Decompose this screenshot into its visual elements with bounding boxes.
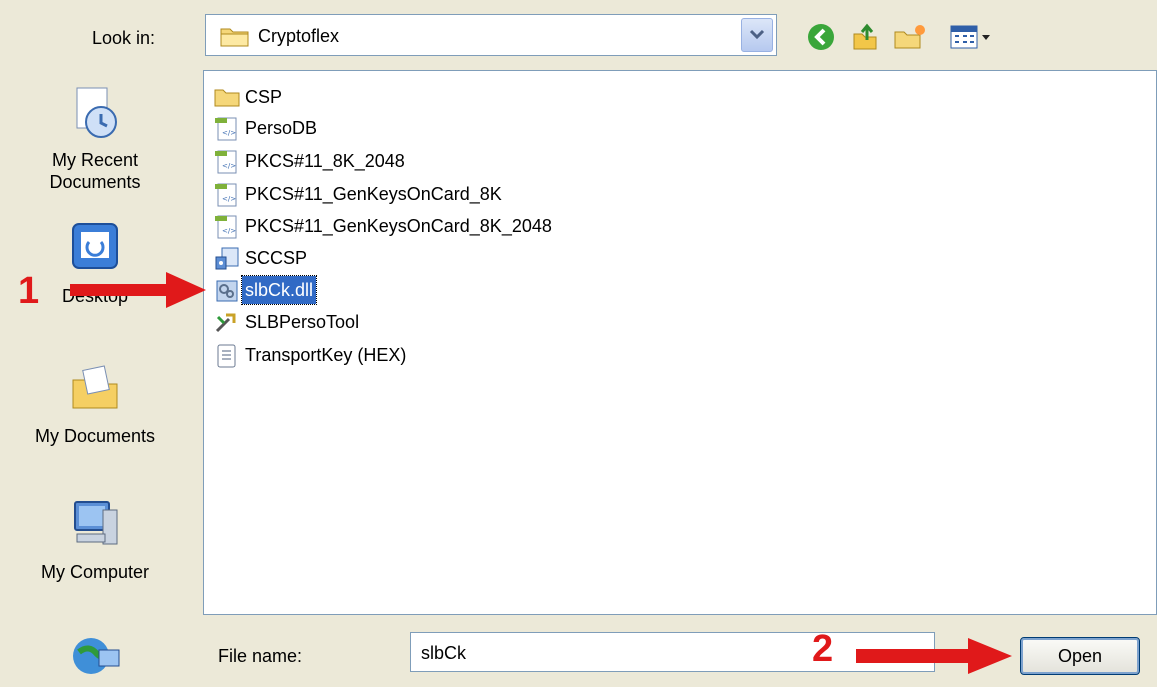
look-in-value: Cryptoflex <box>258 26 340 46</box>
file-name: SCCSP <box>245 248 308 268</box>
svg-text:</>: </> <box>222 162 236 170</box>
svg-text:</>: </> <box>222 129 236 137</box>
chevron-down-icon[interactable] <box>741 18 773 52</box>
network-places-icon <box>0 628 190 683</box>
place-my-network-places[interactable] <box>0 628 190 687</box>
file-name: TransportKey (HEX) <box>245 345 407 365</box>
tool-icon <box>214 311 240 343</box>
xml-file-icon: </> <box>214 183 240 215</box>
step-1-marker: 1 <box>18 270 40 312</box>
place-my-recent-documents[interactable]: My Recent Documents <box>0 84 190 193</box>
file-name: PKCS#11_GenKeysOnCard_8K_2048 <box>245 216 552 236</box>
recent-documents-icon <box>0 84 190 145</box>
file-name: PersoDB <box>245 118 318 138</box>
file-name-label: File name: <box>218 646 303 666</box>
xml-file-icon: </> <box>214 215 240 247</box>
place-label-line2: Documents <box>49 172 141 192</box>
place-my-computer[interactable]: My Computer <box>0 496 190 583</box>
look-in-label: Look in: <box>92 28 156 48</box>
file-name: SLBPersoTool <box>245 312 360 332</box>
open-button[interactable]: Open <box>1020 637 1140 675</box>
up-folder-icon[interactable] <box>850 22 880 52</box>
text-file-icon <box>214 344 240 376</box>
place-label: My Documents <box>34 426 156 446</box>
views-menu-icon[interactable] <box>948 22 998 52</box>
step-2-arrow-icon <box>856 638 1012 674</box>
look-in-combo[interactable]: Cryptoflex <box>205 14 777 56</box>
file-list[interactable]: CSP </> PersoDB </> PKCS#11_8K_2048 </> … <box>203 70 1157 615</box>
setup-icon <box>214 247 240 279</box>
my-computer-icon <box>0 496 190 557</box>
file-name: PKCS#11_8K_2048 <box>245 151 405 171</box>
new-folder-icon[interactable] <box>893 22 925 52</box>
file-name: CSP <box>245 87 283 107</box>
file-name: slbCk.dll <box>240 275 318 305</box>
place-label: My Recent <box>51 150 139 170</box>
places-bar: My Recent Documents Desktop My Documents… <box>0 70 192 678</box>
xml-file-icon: </> <box>214 150 240 182</box>
file-name: PKCS#11_GenKeysOnCard_8K <box>245 184 502 204</box>
step-2-marker: 2 <box>812 628 834 670</box>
back-icon[interactable] <box>806 22 836 52</box>
folder-icon <box>220 25 250 52</box>
xml-file-icon: </> <box>214 117 240 149</box>
place-my-documents[interactable]: My Documents <box>0 360 190 447</box>
folder-icon <box>214 86 240 116</box>
place-label: My Computer <box>40 562 150 582</box>
dll-file-icon <box>214 279 240 311</box>
svg-text:</>: </> <box>222 227 236 235</box>
step-1-arrow-icon <box>70 272 206 308</box>
svg-text:</>: </> <box>222 195 236 203</box>
my-documents-icon <box>0 360 190 421</box>
